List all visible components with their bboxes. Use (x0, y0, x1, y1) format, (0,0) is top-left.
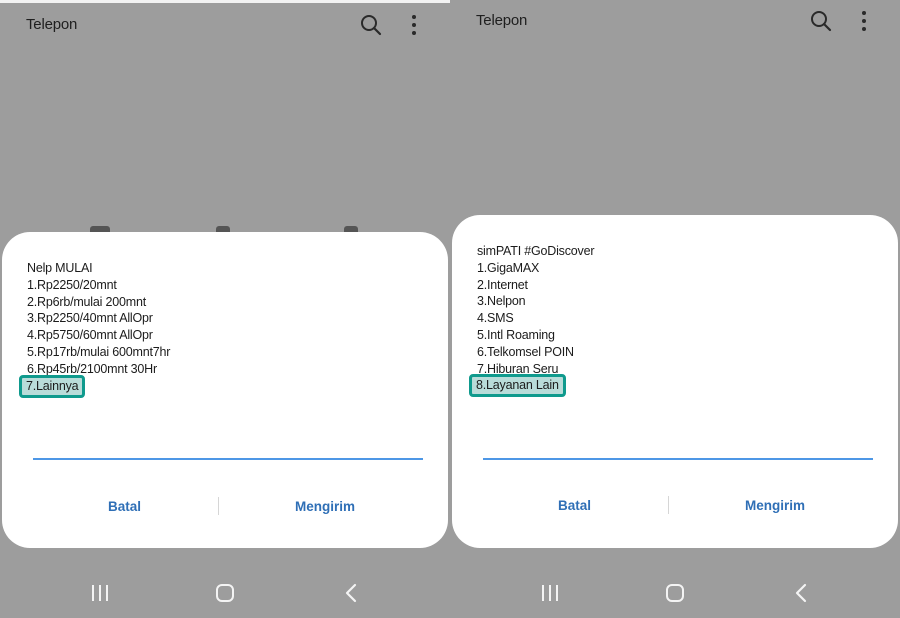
send-button[interactable]: Mengirim (745, 498, 805, 513)
ussd-line: 2.Internet (477, 277, 528, 292)
recents-icon[interactable] (90, 584, 110, 602)
ussd-message: simPATI #GoDiscover 1.GigaMAX 2.Internet… (469, 243, 595, 398)
ussd-line: 4.Rp5750/60mnt AllOpr (27, 328, 153, 343)
ussd-dialog: simPATI #GoDiscover 1.GigaMAX 2.Internet… (452, 215, 898, 548)
home-icon[interactable] (215, 583, 235, 603)
app-title: Telepon (26, 16, 78, 33)
highlighted-option: 7.Lainnya (19, 374, 170, 398)
highlighted-option: 8.Layanan Lain (469, 374, 594, 398)
ussd-dialog: Nelp MULAI 1.Rp2250/20mnt 2.Rp6rb/mulai … (2, 232, 448, 548)
cancel-button[interactable]: Batal (108, 499, 141, 514)
right-phone-screen: Telepon simPATI #GoDiscover 1.GigaMAX 2.… (450, 0, 900, 618)
ussd-line: 4.SMS (477, 311, 514, 326)
left-phone-screen: Telepon Nelp MULAI 1.Rp2250/20mnt 2.Rp6r… (0, 0, 450, 618)
highlighted-option-label: 8.Layanan Lain (469, 374, 566, 398)
more-vert-icon[interactable] (410, 14, 418, 36)
ussd-line: 2.Rp6rb/mulai 200mnt (27, 294, 146, 309)
ussd-line: 3.Nelpon (477, 294, 526, 309)
more-vert-icon[interactable] (860, 10, 868, 32)
cancel-button[interactable]: Batal (558, 498, 591, 513)
back-icon[interactable] (794, 583, 808, 603)
ussd-message: Nelp MULAI 1.Rp2250/20mnt 2.Rp6rb/mulai … (19, 260, 171, 398)
button-divider (668, 496, 669, 514)
reply-input-underline[interactable] (483, 458, 873, 460)
ussd-line: 1.Rp2250/20mnt (27, 277, 117, 292)
app-title: Telepon (476, 12, 528, 29)
reply-input-underline[interactable] (33, 458, 423, 460)
ussd-line: 6.Telkomsel POIN (477, 344, 574, 359)
button-divider (218, 497, 219, 515)
ussd-line: 3.Rp2250/40mnt AllOpr (27, 311, 153, 326)
recents-icon[interactable] (540, 584, 560, 602)
home-icon[interactable] (665, 583, 685, 603)
ussd-line: Nelp MULAI (27, 261, 93, 275)
status-bar-edge (0, 0, 450, 3)
highlighted-option-label: 7.Lainnya (19, 374, 86, 398)
ussd-line: simPATI #GoDiscover (477, 244, 595, 258)
ussd-line: 5.Rp17rb/mulai 600mnt7hr (27, 344, 171, 359)
navigation-bar (0, 578, 450, 608)
navigation-bar (450, 578, 900, 608)
search-icon[interactable] (810, 10, 832, 32)
ussd-line: 1.GigaMAX (477, 260, 540, 275)
send-button[interactable]: Mengirim (295, 499, 355, 514)
back-icon[interactable] (344, 583, 358, 603)
search-icon[interactable] (360, 14, 382, 36)
ussd-line: 5.Intl Roaming (477, 327, 555, 342)
